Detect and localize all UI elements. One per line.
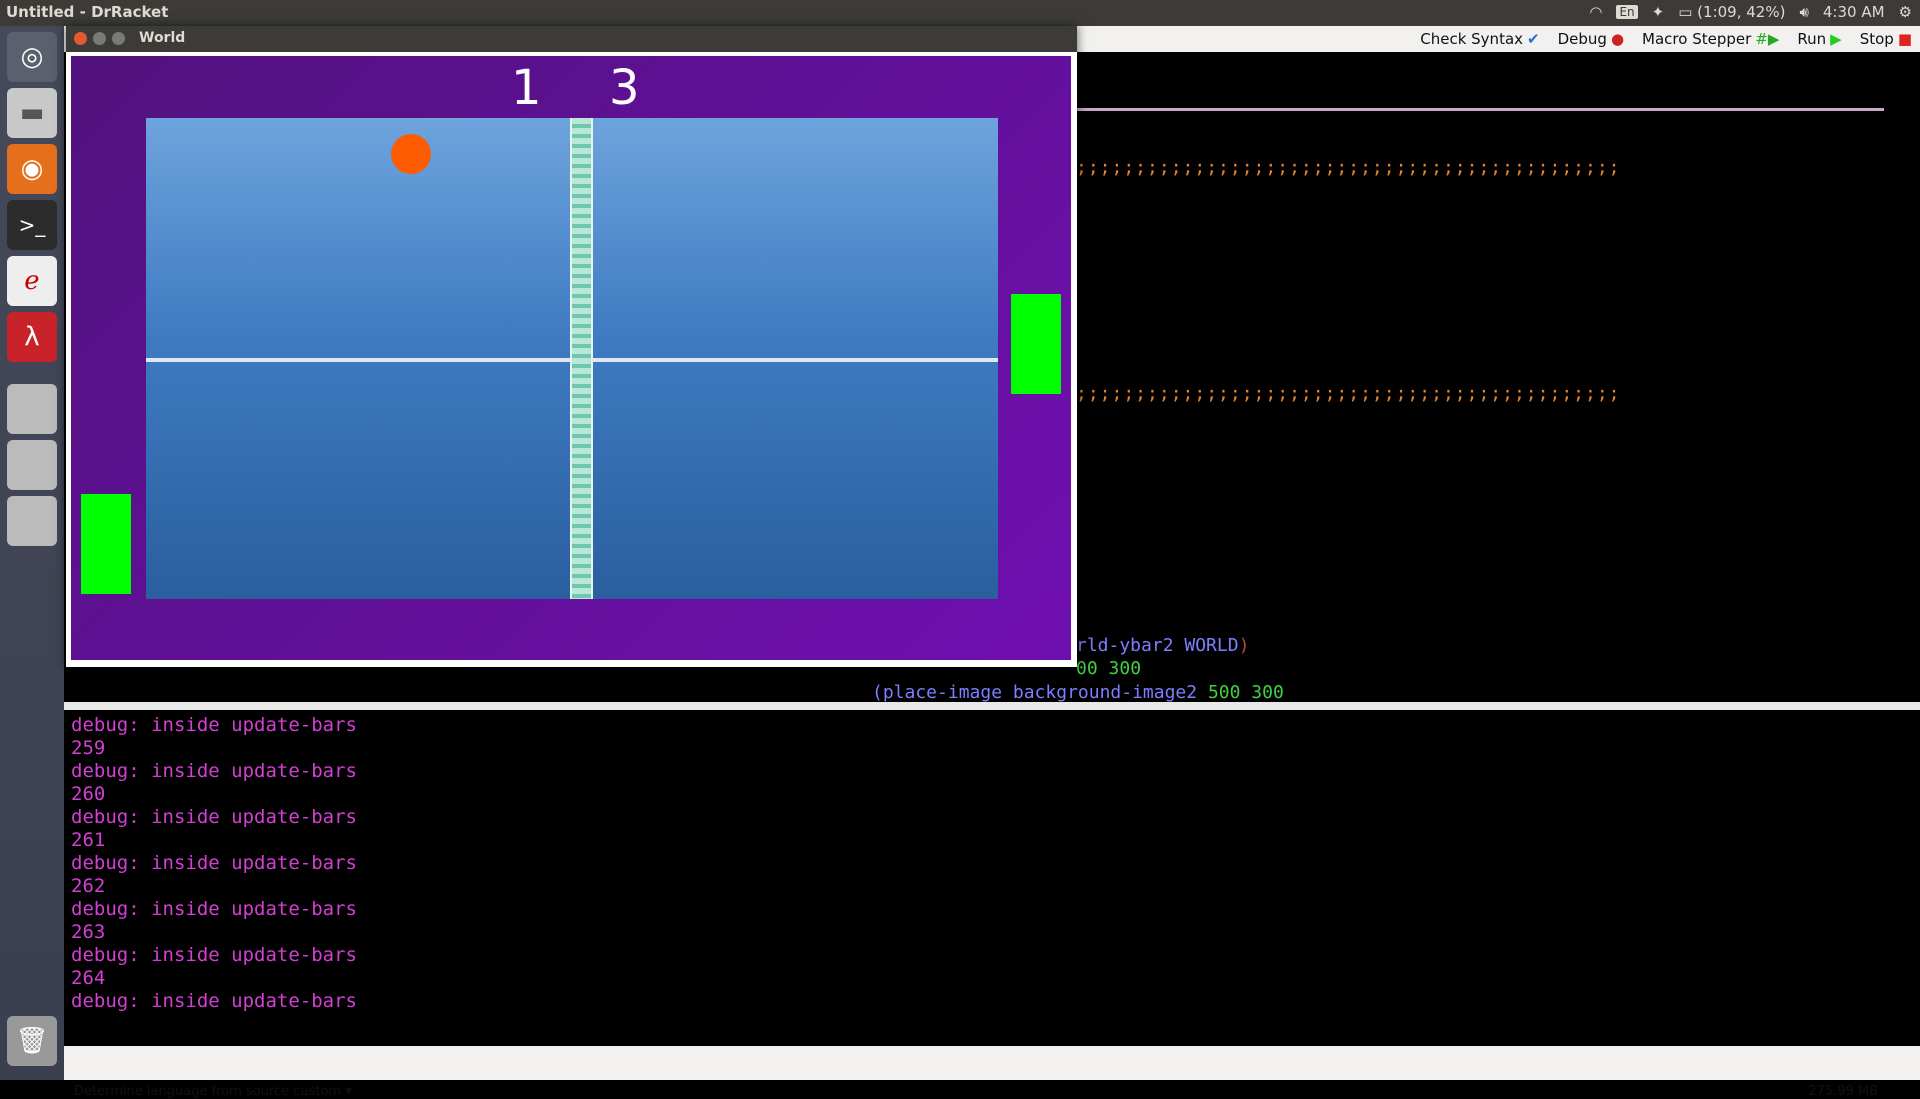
comment-line: ;;;;;;;;;;;;;;;;;;;;;;;;;;;;;;;;;;;;;;;;… [1076,157,1621,178]
ping-pong-table [146,118,998,599]
check-syntax-button[interactable]: Check Syntax ✔ [1420,30,1539,48]
editor-divider [1074,108,1884,111]
code-token: 300 [1108,658,1142,679]
language-label: Determine language from source custom [74,1084,342,1099]
document-viewer-icon[interactable]: ℯ [7,256,57,306]
magnifier-check-icon: ✔ [1527,30,1540,48]
interactions-output: debug: inside update-bars 259 debug: insid… [64,710,1920,1013]
language-selector[interactable]: Determine language from source custom ▾ [74,1084,352,1099]
ball [391,134,431,174]
interactions-pane[interactable]: debug: inside update-bars 259 debug: insid… [64,710,1920,1046]
memory-usage[interactable]: 275.99 MB [1808,1084,1878,1099]
drive-icon[interactable] [7,384,57,434]
status-bar: Determine language from source custom ▾ … [64,1046,1920,1099]
keyboard-indicator[interactable]: En [1616,5,1638,19]
interaction-output-line: debug: inside update-bars [71,944,357,966]
macro-stepper-label: Macro Stepper [1642,30,1752,48]
drive-icon[interactable] [7,440,57,490]
wifi-icon[interactable]: ◠ [1589,3,1602,21]
volume-icon[interactable]: 🔊︎ [1799,3,1808,21]
interaction-output-line: 261 [71,829,106,851]
chevron-down-icon: ▾ [345,1084,352,1099]
world-title: World [139,30,186,46]
files-icon[interactable]: ▬ [7,88,57,138]
run-label: Run [1797,30,1827,48]
run-button[interactable]: Run ▶ [1797,30,1841,48]
interaction-output-line: 263 [71,921,106,943]
world-window: World 1 3 [66,26,1077,667]
interaction-output-line: 259 [71,737,106,759]
interaction-output-line: debug: inside update-bars [71,806,357,828]
code-token: (place-image background-image2 [872,682,1208,702]
code-token: 500 300 [1207,682,1284,702]
code-line-place-image: (place-image background-image2 500 300 [872,682,1284,702]
indicator-area: ◠ En ✦ ▭ (1:09, 42%) 🔊︎ 4:30 AM ⚙ [1589,3,1912,21]
debug-label: Debug [1557,30,1607,48]
macro-stepper-icon: #▶ [1755,30,1780,48]
launcher: ◎ ▬ ◉ >_ ℯ λ 🗑︎ [0,26,64,1080]
terminal-icon[interactable]: >_ [7,200,57,250]
gear-icon[interactable]: ⚙ [1899,3,1912,21]
debug-button[interactable]: Debug ● [1558,30,1624,48]
interaction-output-line: debug: inside update-bars [71,852,357,874]
bluetooth-icon[interactable]: ✦ [1652,3,1665,21]
trash-icon[interactable]: 🗑︎ [7,1016,57,1066]
clock[interactable]: 4:30 AM [1823,3,1885,21]
interaction-output-line: 264 [71,967,106,989]
top-panel: Untitled - DrRacket ◠ En ✦ ▭ (1:09, 42%)… [0,0,1920,26]
interaction-output-line: debug: inside update-bars [71,898,357,920]
drracket-icon[interactable]: λ [7,312,57,362]
minimize-icon[interactable] [93,32,106,45]
macro-stepper-button[interactable]: Macro Stepper #▶ [1642,30,1779,48]
stop-label: Stop [1859,30,1894,48]
code-token: 00 [1076,658,1109,679]
interaction-output-line: 260 [71,783,106,805]
right-paddle [1011,294,1061,394]
bug-icon: ● [1610,30,1625,48]
window-title: Untitled - DrRacket [6,3,169,21]
interaction-output-line: 262 [71,875,106,897]
maximize-icon[interactable] [112,32,125,45]
score-left: 1 [511,60,542,116]
world-titlebar[interactable]: World [66,26,1077,52]
score-right: 3 [609,60,640,116]
play-icon: ▶ [1830,30,1842,48]
interaction-output-line: debug: inside update-bars [71,714,357,736]
battery-indicator[interactable]: ▭ (1:09, 42%) [1678,3,1785,21]
left-paddle [81,494,131,594]
stop-button[interactable]: Stop ■ [1860,30,1912,48]
comment-line: ;;;;;;;;;;;;;;;;;;;;;;;;;;;;;;;;;;;;;;;;… [1076,383,1621,404]
stop-icon: ■ [1897,30,1912,48]
ubuntu-dash-icon[interactable]: ◎ [7,32,57,82]
check-syntax-label: Check Syntax [1420,30,1524,48]
pane-splitter[interactable] [64,702,1920,710]
close-icon[interactable] [74,32,87,45]
code-token: rld-ybar2 [1076,635,1185,656]
battery-text: (1:09, 42%) [1697,3,1786,21]
code-line-numbers: 00 300 [1076,658,1141,679]
interaction-output-line: debug: inside update-bars [71,990,357,1012]
game-canvas[interactable]: 1 3 [71,56,1071,660]
code-token: ) [1238,635,1250,656]
firefox-icon[interactable]: ◉ [7,144,57,194]
code-line-ybar: rld-ybar2 WORLD) [1076,635,1249,656]
table-net [570,118,593,599]
interaction-output-line: debug: inside update-bars [71,760,357,782]
drive-icon[interactable] [7,496,57,546]
code-token: WORLD [1184,635,1239,656]
